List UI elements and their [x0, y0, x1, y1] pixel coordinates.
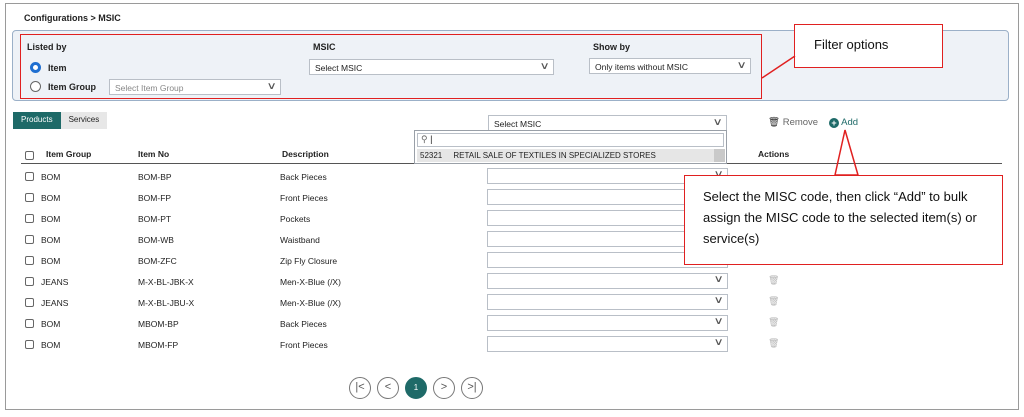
- add-arrow: [834, 129, 859, 176]
- prev-page-button[interactable]: <: [377, 377, 399, 399]
- current-page-button[interactable]: 1: [405, 377, 427, 399]
- first-page-button[interactable]: |<: [349, 377, 371, 399]
- last-page-button[interactable]: >|: [461, 377, 483, 399]
- next-page-button[interactable]: >: [433, 377, 455, 399]
- filter-arrow: [761, 55, 796, 79]
- annotation-arrows: [761, 55, 859, 176]
